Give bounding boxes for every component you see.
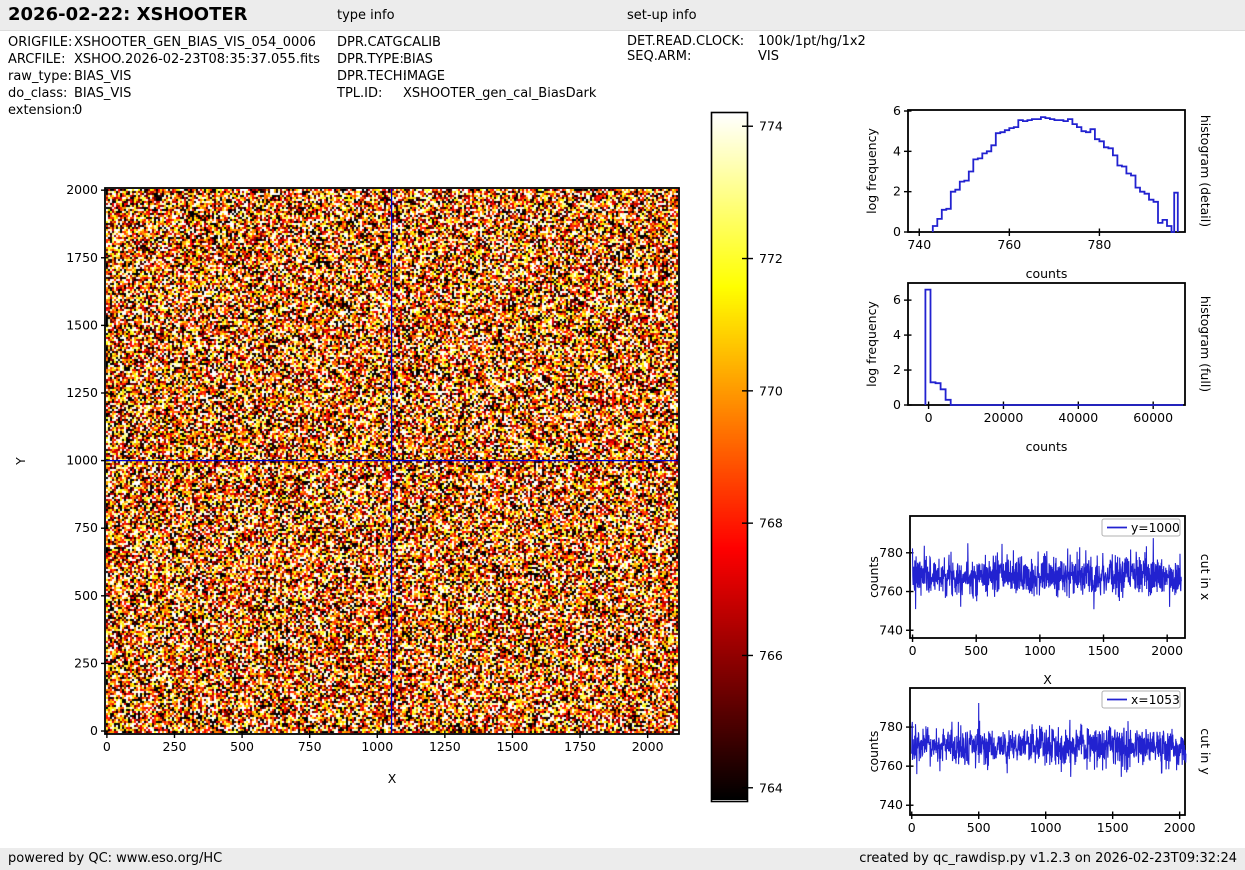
y-tick-label: 2000 [66,182,98,197]
data-line [913,538,1182,609]
x-tick-label: 1250 [429,739,461,754]
axis-frame [908,283,1185,405]
x-tick-label: 760 [997,237,1021,252]
right-axis-label: histogram (detail) [1198,115,1213,227]
right-axis-label: cut in y [1198,728,1213,775]
y-tick-label: 1500 [66,317,98,332]
y-tick-label: 780 [879,719,903,734]
x-axis-label: X [1043,672,1052,687]
colorbar-frame [712,113,748,802]
y-tick-label: 4 [893,327,901,342]
colorbar-axis: 764 766 768 770 772 774 [712,113,783,802]
x-tick-label: 0 [103,739,111,754]
histogram-detail-chart: 740 760 780 0 2 4 6 counts log frequency histogra… [864,103,1213,281]
x-tick-label: 60000 [1133,410,1173,425]
colorbar-tick-label: 768 [759,516,783,531]
charts-overlay: 740 760 780 0 2 4 6 counts log frequency histogra… [0,0,1245,870]
x-tick-label: 780 [1087,237,1111,252]
y-axis-label: log frequency [864,301,879,387]
y-tick-label: 250 [74,655,98,670]
x-tick-label: 750 [298,739,322,754]
y-tick-label: 4 [893,143,901,158]
legend: y=1000 [1102,519,1180,536]
y-tick-label: 1000 [66,453,98,468]
y-tick-label: 6 [893,292,901,307]
y-axis-label: log frequency [864,128,879,214]
y-tick-label: 780 [879,545,903,560]
x-axis-label: counts [1026,439,1068,454]
histogram-full-chart: 0 20000 40000 60000 0 2 4 6 counts log frequency h… [864,283,1213,454]
colorbar-tick-label: 774 [759,119,783,134]
cut-in-y-chart: 0500100015002000740760780Ycountscut in y… [866,688,1213,860]
y-axis-label: Y [13,457,28,466]
y-tick-label: 500 [74,588,98,603]
y-tick-label: 740 [879,797,903,812]
x-tick-label: 740 [907,237,931,252]
y-axis-label: counts [866,556,881,598]
x-tick-label: 20000 [984,410,1024,425]
x-tick-label: 500 [964,643,988,658]
x-tick-label: 1500 [1088,643,1120,658]
legend-label: x=1053 [1131,693,1180,707]
y-tick-label: 750 [74,520,98,535]
colorbar-tick-label: 766 [759,648,783,663]
x-tick-label: 40000 [1058,410,1098,425]
x-tick-label: 1000 [1030,820,1062,835]
bias-image-axes: 0 250 500 750 1000 1250 1500 1750 2000 0 250 500 750… [13,182,679,786]
x-tick-label: 1000 [361,739,393,754]
x-tick-label: 2000 [1151,643,1183,658]
legend-label: y=1000 [1131,521,1180,535]
y-axis-label: counts [866,731,881,773]
y-tick-label: 1250 [66,385,98,400]
y-tick-label: 0 [90,723,98,738]
colorbar-tick-label: 772 [759,251,783,266]
x-tick-label: 2000 [1164,820,1196,835]
data-line [912,703,1186,777]
legend: x=1053 [1102,691,1180,708]
y-tick-label: 760 [879,758,903,773]
x-tick-label: 1500 [497,739,529,754]
y-tick-label: 760 [879,584,903,599]
y-tick-label: 740 [879,622,903,637]
x-tick-label: 0 [909,643,917,658]
colorbar-tick-label: 770 [759,383,783,398]
x-tick-label: 1000 [1024,643,1056,658]
y-tick-label: 2 [893,362,901,377]
y-tick-label: 0 [893,224,901,239]
y-tick-label: 0 [893,397,901,412]
right-axis-label: histogram (full) [1198,296,1213,392]
data-line [933,117,1178,232]
axis-frame [908,110,1185,232]
x-tick-label: 250 [163,739,187,754]
x-tick-label: 0 [925,410,933,425]
footer-right-text: created by qc_rawdisp.py v1.2.3 on 2026-… [859,848,1237,870]
cut-in-x-chart: 0 500 1000 1500 2000 740 760 780 Xcounts cut in x… [866,516,1213,687]
x-tick-label: 0 [908,820,916,835]
y-tick-label: 1750 [66,250,98,265]
y-tick-label: 6 [893,103,901,118]
x-tick-label: 1750 [564,739,596,754]
x-axis-label: X [388,771,397,786]
right-axis-label: cut in x [1198,554,1213,600]
footer-bar: powered by QC: www.eso.org/HC created by… [0,848,1245,870]
footer-left-text: powered by QC: www.eso.org/HC [8,848,222,870]
colorbar-tick-label: 764 [759,780,783,795]
x-axis-label: counts [1026,266,1068,281]
x-tick-label: 500 [967,820,991,835]
y-tick-label: 2 [893,184,901,199]
x-tick-label: 2000 [632,739,664,754]
x-tick-label: 1500 [1097,820,1129,835]
x-tick-label: 500 [230,739,254,754]
data-line [925,290,1183,405]
